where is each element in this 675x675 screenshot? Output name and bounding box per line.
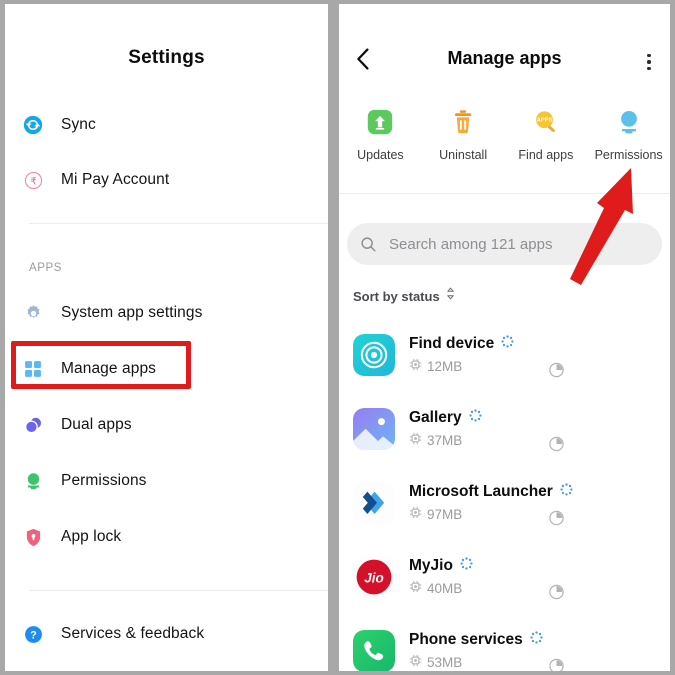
settings-title: Settings [128, 47, 205, 68]
settings-item-mi-pay-account[interactable]: ₹ Mi Pay Account [5, 156, 328, 204]
updates-upload-icon [363, 105, 397, 139]
app-size: 53MB [427, 655, 463, 670]
myjio-icon: Jio [353, 556, 395, 598]
person-permission-icon [612, 105, 646, 139]
list-item[interactable]: Find device 12MB [339, 318, 670, 392]
trash-icon [446, 105, 480, 139]
person-shield-icon [5, 471, 61, 492]
search-input[interactable]: Search among 121 apps [347, 223, 662, 265]
scanning-spinner-icon [560, 482, 573, 501]
overflow-menu-icon[interactable] [636, 48, 662, 76]
sort-by-status-button[interactable]: Sort by status [353, 287, 456, 305]
list-item[interactable]: Gallery 37MB [339, 392, 670, 466]
settings-item-label: Permissions [61, 472, 147, 489]
settings-item-permissions[interactable]: Permissions [5, 457, 328, 505]
tab-updates[interactable]: Updates [339, 105, 422, 162]
tab-label: Updates [357, 148, 404, 162]
list-item[interactable]: Phone services 53MB [339, 614, 670, 671]
svg-text:APPS: APPS [536, 118, 552, 124]
page-title: Manage apps [447, 48, 562, 68]
chip-icon [409, 432, 422, 450]
grid-squares-icon [5, 359, 61, 379]
svg-text:?: ? [30, 629, 37, 641]
app-name: Microsoft Launcher [409, 482, 553, 500]
settings-item-label: Mi Pay Account [61, 171, 170, 188]
find-device-icon [353, 334, 395, 376]
app-name: Phone services [409, 630, 523, 648]
usage-clock-icon[interactable] [548, 435, 565, 457]
action-tabs: Updates Uninstall APPS Find apps Permiss… [339, 105, 670, 162]
app-info: Microsoft Launcher 97MB [409, 483, 670, 524]
tab-uninstall[interactable]: Uninstall [422, 105, 505, 162]
tab-label: Uninstall [439, 148, 488, 162]
settings-item-label: System app settings [61, 304, 203, 321]
app-name: MyJio [409, 556, 453, 574]
scanning-spinner-icon [501, 334, 514, 353]
shield-lock-icon [5, 527, 61, 548]
search-icon [347, 236, 389, 253]
app-size: 12MB [427, 359, 463, 374]
microsoft-launcher-icon [353, 482, 395, 524]
usage-clock-icon[interactable] [548, 657, 565, 671]
settings-divider-2 [29, 590, 328, 591]
settings-item-label: Sync [61, 116, 96, 133]
svg-text:Jio: Jio [364, 570, 384, 585]
question-circle-icon: ? [5, 624, 61, 645]
tab-label: Find apps [518, 148, 574, 162]
settings-item-app-lock[interactable]: App lock [5, 513, 328, 561]
search-apps-icon: APPS [529, 105, 563, 139]
sync-icon [5, 114, 61, 136]
screenshot-root: Settings Sync ₹ Mi Pay Account APPS Syst… [0, 0, 675, 675]
list-item[interactable]: Microsoft Launcher 97MB [339, 466, 670, 540]
settings-item-services-feedback[interactable]: ? Services & feedback [5, 610, 328, 658]
tab-find-apps[interactable]: APPS Find apps [505, 105, 588, 162]
app-name: Find device [409, 334, 495, 352]
list-item[interactable]: Jio MyJio 40MB [339, 540, 670, 614]
svg-text:₹: ₹ [30, 176, 36, 187]
app-list: Find device 12MB Gallery 37MB Microsoft … [339, 318, 670, 671]
sort-label: Sort by status [353, 288, 440, 304]
phone-services-icon [353, 630, 395, 671]
settings-item-manage-apps[interactable]: Manage apps [5, 345, 328, 393]
app-info: Phone services 53MB [409, 631, 670, 672]
tabs-divider [339, 193, 670, 194]
settings-item-label: App lock [61, 528, 122, 545]
scanning-spinner-icon [468, 408, 482, 427]
gallery-icon [353, 408, 395, 450]
scanning-spinner-icon [530, 630, 543, 649]
gear-icon [5, 303, 61, 324]
chip-icon [409, 358, 422, 376]
chip-icon [409, 654, 422, 672]
usage-clock-icon[interactable] [548, 361, 565, 383]
settings-item-sync[interactable]: Sync [5, 101, 328, 149]
app-size: 37MB [427, 433, 463, 448]
settings-item-label: Services & feedback [61, 625, 205, 642]
app-info: Find device 12MB [409, 335, 670, 376]
settings-divider-1 [29, 223, 328, 224]
search-placeholder: Search among 121 apps [389, 235, 553, 253]
settings-panel: Settings Sync ₹ Mi Pay Account APPS Syst… [5, 4, 328, 671]
settings-item-system-app-settings[interactable]: System app settings [5, 289, 328, 337]
tab-label: Permissions [594, 148, 663, 162]
sort-updown-icon [445, 287, 456, 305]
settings-item-label: Dual apps [61, 416, 132, 433]
app-size: 40MB [427, 581, 463, 596]
dual-circles-icon [5, 415, 61, 436]
rupee-circle-icon: ₹ [5, 170, 61, 191]
tab-permissions[interactable]: Permissions [587, 105, 670, 162]
scanning-spinner-icon [460, 556, 473, 575]
app-info: Gallery 37MB [409, 409, 670, 450]
manage-apps-panel: Manage apps Updates Uninstall APPS Find … [339, 4, 670, 671]
settings-item-label: Manage apps [61, 360, 157, 377]
app-name: Gallery [409, 408, 462, 426]
usage-clock-icon[interactable] [548, 509, 565, 531]
usage-clock-icon[interactable] [548, 583, 565, 605]
settings-item-dual-apps[interactable]: Dual apps [5, 401, 328, 449]
app-size: 97MB [427, 507, 463, 522]
app-info: MyJio 40MB [409, 557, 670, 598]
settings-section-apps: APPS [29, 262, 63, 274]
chip-icon [409, 580, 422, 598]
chip-icon [409, 506, 422, 524]
